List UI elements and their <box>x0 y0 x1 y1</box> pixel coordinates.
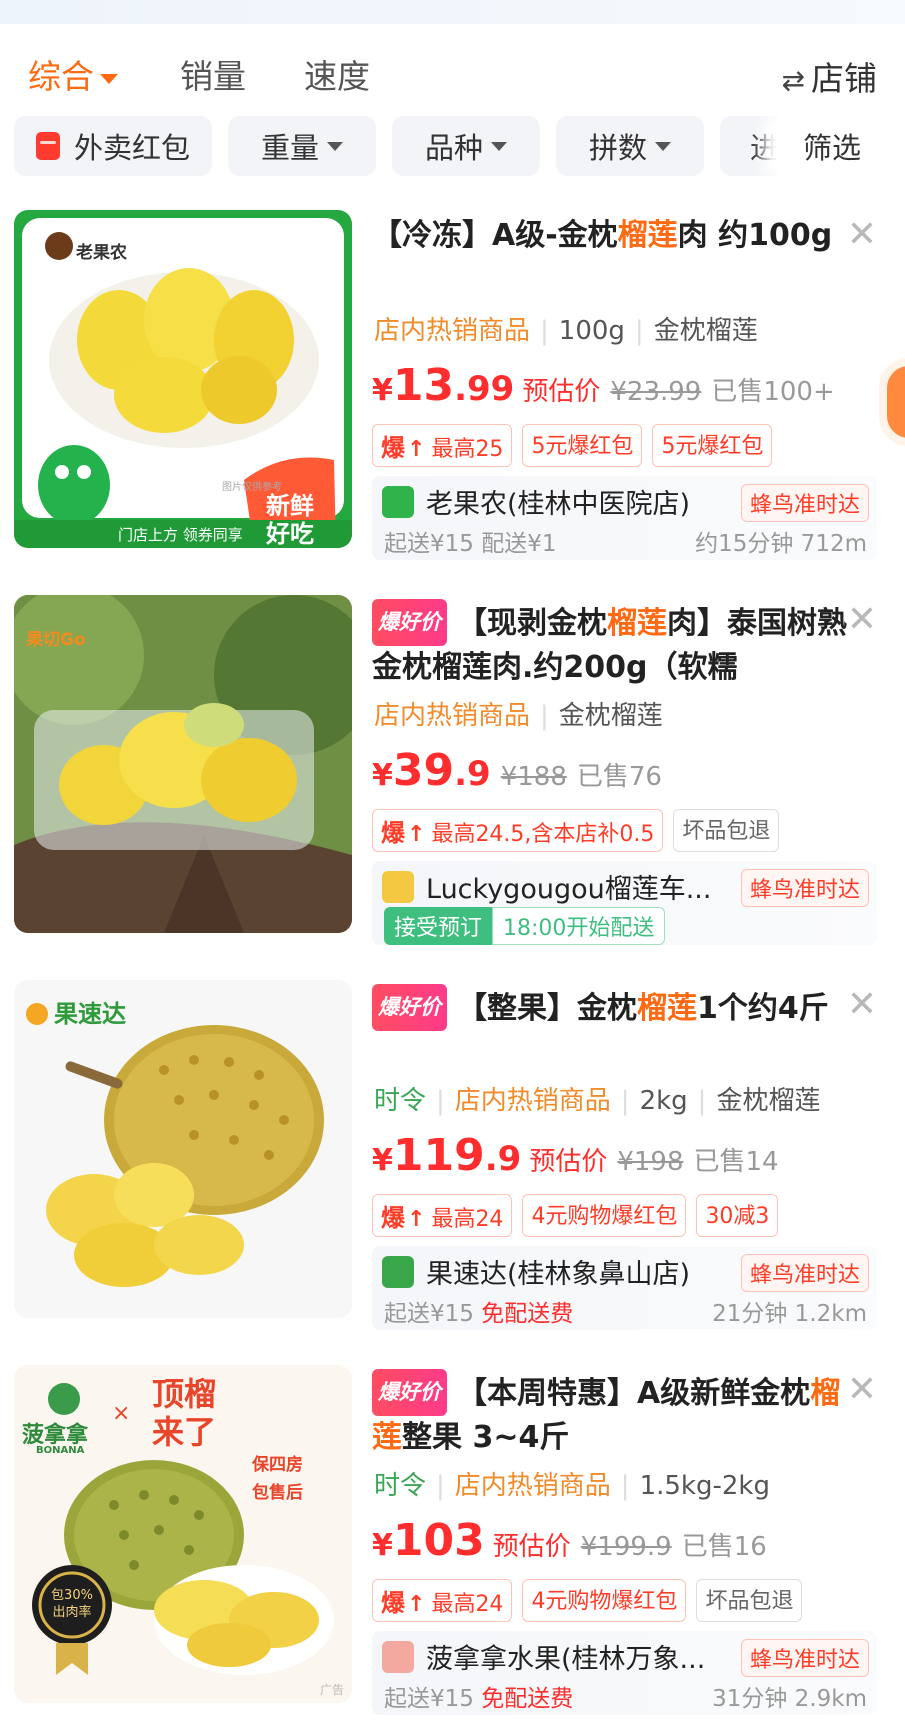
delivery-distance: 约15分钟 712m <box>695 531 867 557</box>
product-card[interactable]: 果速达 爆好价 【整果】金枕榴莲1个约4斤 ✕ 时令 | 店内热销商品 | 2kg | 金枕榴… <box>0 980 905 1330</box>
brand-label-en: BONANA <box>36 1445 85 1456</box>
brand-label: 果速达 <box>26 994 126 1029</box>
shop-name[interactable]: 果速达(桂林象鼻山店) <box>426 1252 690 1291</box>
filter-chip-weight[interactable]: 重量 <box>228 116 376 176</box>
image-seal-text: 包30%出肉率 <box>51 1588 93 1620</box>
shop-logo <box>382 871 414 903</box>
shop-info[interactable]: Luckygougou榴莲车... 蜂鸟准时达 接受预订 18:00开始配送 <box>372 861 877 945</box>
shop-logo <box>382 1256 414 1288</box>
price-row: ¥119.9 预估价 ¥198 已售14 <box>372 1130 779 1181</box>
chevron-down-icon <box>100 73 118 84</box>
product-card[interactable]: 果切Go 爆好价 【现剥金枕榴莲肉】泰国树熟金枕榴莲肉.约200g（软糯 ✕ 店内… <box>0 595 905 945</box>
delivery-fee: 起送¥15 配送¥1 <box>384 531 557 557</box>
image-note: 保四房 包售后 <box>252 1455 303 1503</box>
product-image[interactable]: 老果农 新鲜好吃 门店上方 领券同享 图片仅供参考 <box>14 210 352 548</box>
promo-tag: 爆↑ 最高24 <box>372 1194 513 1237</box>
product-image[interactable]: 菠拿拿 BONANA × 顶榴来了 保四房 包售后 包30%出肉率 广告 <box>14 1365 352 1703</box>
sort-tab-sales[interactable]: 销量 <box>180 50 246 98</box>
promo-tags: 爆↑ 最高24 4元购物爆红包 坏品包退 <box>372 1579 803 1622</box>
shop-logo <box>382 1641 414 1673</box>
sort-tab-comprehensive[interactable]: 综合 <box>28 50 118 98</box>
shop-info[interactable]: 老果农(桂林中医院店) 蜂鸟准时达 起送¥15 配送¥1 约15分钟 712m <box>372 476 877 560</box>
delivery-tag: 蜂鸟准时达 <box>740 869 869 907</box>
promo-tag: 5元爆红包 <box>652 424 773 467</box>
product-meta: 店内热销商品 | 100g | 金枕榴莲 <box>374 316 758 346</box>
product-image[interactable]: 果切Go <box>14 595 352 933</box>
promo-tag: 爆↑ 最高24 <box>372 1579 513 1622</box>
shop-name[interactable]: Luckygougou榴莲车... <box>426 867 711 906</box>
promo-tag: 爆↑ 最高25 <box>372 424 513 467</box>
product-title[interactable]: 【冷冻】A级-金枕榴莲肉 约100g <box>372 214 847 257</box>
delivery-distance: 21分钟 1.2km <box>712 1301 867 1327</box>
chevron-down-icon <box>327 141 343 151</box>
sort-bar: 综合 销量 速度 ⇄ 店铺 <box>0 40 905 100</box>
preorder-tag: 接受预订 18:00开始配送 <box>384 907 666 945</box>
status-strip <box>0 0 905 24</box>
promo-tag: 4元购物爆红包 <box>522 1579 687 1622</box>
filter-chip-count[interactable]: 拼数 <box>556 116 704 176</box>
product-image[interactable]: 果速达 <box>14 980 352 1318</box>
shop-name[interactable]: 菠拿拿水果(桂林万象... <box>426 1637 705 1676</box>
image-note: 图片仅供参考 <box>222 482 282 493</box>
close-icon[interactable]: ✕ <box>847 1369 877 1410</box>
product-meta: 店内热销商品 | 金枕榴莲 <box>374 701 663 731</box>
promo-tags: 爆↑ 最高24.5,含本店补0.5 坏品包退 <box>372 809 780 852</box>
price-row: ¥39.9 ¥188 已售76 <box>372 745 662 796</box>
x-mark: × <box>112 1401 131 1426</box>
promo-tag: 坏品包退 <box>673 809 780 852</box>
deal-badge: 爆好价 <box>372 599 447 646</box>
filter-bar: 外卖红包 重量 品种 拼数 进店 筛选 <box>0 112 905 180</box>
product-title[interactable]: 爆好价 【现剥金枕榴莲肉】泰国树熟金枕榴莲肉.约200g（软糯 <box>372 599 847 689</box>
close-icon[interactable]: ✕ <box>847 599 877 640</box>
filter-button[interactable]: 筛选 <box>777 116 887 176</box>
filter-chip-variety[interactable]: 品种 <box>392 116 540 176</box>
promo-tag: 4元购物爆红包 <box>522 1194 687 1237</box>
price-row: ¥13.99 预估价 ¥23.99 已售100+ <box>372 360 835 411</box>
deal-badge: 爆好价 <box>372 984 447 1031</box>
whole-durian-image <box>14 980 352 1318</box>
delivery-tag: 蜂鸟准时达 <box>740 484 869 522</box>
brand-label: 果切Go <box>26 630 86 650</box>
price-row: ¥103 预估价 ¥199.9 已售16 <box>372 1515 767 1566</box>
swap-icon: ⇄ <box>781 64 805 97</box>
ad-label: 广告 <box>319 1683 344 1697</box>
sort-tab-speed[interactable]: 速度 <box>304 50 370 98</box>
image-slogan: 新鲜好吃 <box>266 492 314 548</box>
close-icon[interactable]: ✕ <box>847 214 877 255</box>
shop-info[interactable]: 果速达(桂林象鼻山店) 蜂鸟准时达 起送¥15 免配送费 21分钟 1.2km <box>372 1246 877 1330</box>
promo-tags: 爆↑ 最高25 5元爆红包 5元爆红包 <box>372 424 773 467</box>
chevron-down-icon <box>491 141 507 151</box>
product-meta: 时令 | 店内热销商品 | 1.5kg-2kg <box>374 1471 770 1501</box>
store-switch-button[interactable]: ⇄ 店铺 <box>782 52 877 100</box>
shop-info[interactable]: 菠拿拿水果(桂林万象... 蜂鸟准时达 起送¥15 免配送费 31分钟 2.9k… <box>372 1631 877 1715</box>
image-footer-text: 门店上方 领券同享 <box>118 526 243 544</box>
delivery-fee: 起送¥15 免配送费 <box>384 1301 574 1327</box>
shop-name[interactable]: 老果农(桂林中医院店) <box>426 482 690 521</box>
product-meta: 时令 | 店内热销商品 | 2kg | 金枕榴莲 <box>374 1086 821 1116</box>
product-card[interactable]: 老果农 新鲜好吃 门店上方 领券同享 图片仅供参考 【冷冻】A级-金枕榴莲肉 约… <box>0 210 905 560</box>
brand-label: 老果农 <box>76 243 127 263</box>
promo-tag: 爆↑ 最高24.5,含本店补0.5 <box>372 809 664 852</box>
brand-logo-icon <box>26 1003 48 1025</box>
delivery-tag: 蜂鸟准时达 <box>740 1639 869 1677</box>
promo-tags: 爆↑ 最高24 4元购物爆红包 30减3 <box>372 1194 779 1237</box>
product-title[interactable]: 爆好价 【整果】金枕榴莲1个约4斤 <box>372 984 847 1031</box>
promo-tag: 30减3 <box>696 1194 779 1237</box>
shop-logo <box>382 486 414 518</box>
promo-tag: 5元爆红包 <box>522 424 643 467</box>
delivery-tag: 蜂鸟准时达 <box>740 1254 869 1292</box>
chevron-down-icon <box>655 141 671 151</box>
filter-chip-redpacket[interactable]: 外卖红包 <box>14 116 212 176</box>
red-packet-icon <box>35 132 60 160</box>
delivery-distance: 31分钟 2.9km <box>712 1686 867 1712</box>
close-icon[interactable]: ✕ <box>847 984 877 1025</box>
delivery-fee: 起送¥15 免配送费 <box>384 1686 574 1712</box>
product-title[interactable]: 爆好价 【本周特惠】A级新鲜金枕榴莲整果 3~4斤 <box>372 1369 847 1459</box>
promo-tag: 坏品包退 <box>696 1579 803 1622</box>
product-card[interactable]: 菠拿拿 BONANA × 顶榴来了 保四房 包售后 包30%出肉率 广告 爆好价【… <box>0 1365 905 1715</box>
deal-badge: 爆好价 <box>372 1369 447 1416</box>
image-slogan: 顶榴来了 <box>152 1375 217 1451</box>
